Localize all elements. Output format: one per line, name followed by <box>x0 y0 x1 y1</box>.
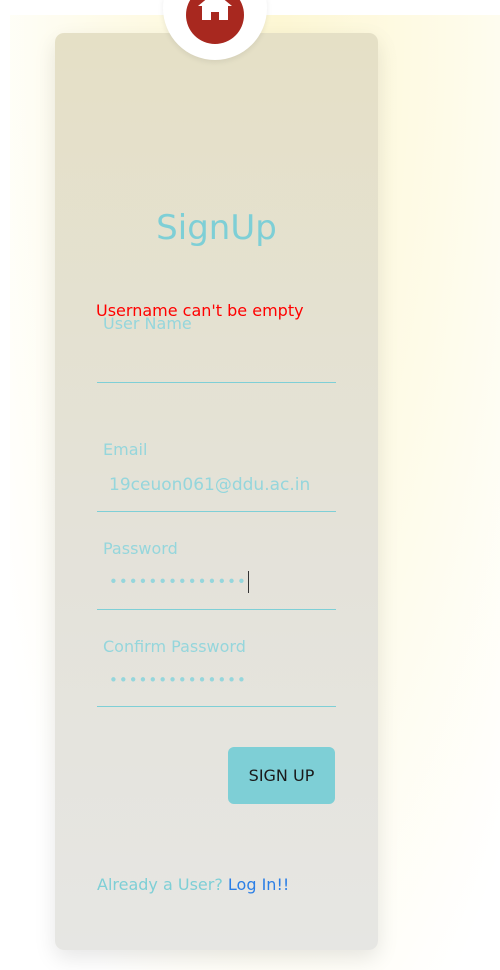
page-title: SignUp <box>156 208 277 248</box>
password-label: Password <box>103 539 178 558</box>
house-icon <box>186 0 244 44</box>
password-value[interactable]: •••••••••••••• <box>109 571 249 593</box>
password-dots: •••••••••••••• <box>109 572 247 591</box>
password-underline <box>97 609 336 610</box>
confirm-password-underline <box>97 706 336 707</box>
username-underline <box>97 382 336 383</box>
login-link[interactable]: Log In!! <box>228 875 289 894</box>
confirm-password-label: Confirm Password <box>103 637 246 656</box>
email-value[interactable]: 19ceuon061@ddu.ac.in <box>109 475 310 495</box>
confirm-password-value[interactable]: •••••••••••••• <box>109 671 247 689</box>
email-field[interactable]: Email 19ceuon061@ddu.ac.in <box>97 438 336 513</box>
username-field[interactable]: User Name <box>97 310 336 384</box>
login-prompt-row: Already a User? Log In!! <box>97 875 289 894</box>
email-underline <box>97 511 336 512</box>
confirm-password-field[interactable]: Confirm Password •••••••••••••• <box>97 636 336 708</box>
login-prompt-text: Already a User? <box>97 875 223 894</box>
password-field[interactable]: Password •••••••••••••• <box>97 538 336 611</box>
email-label: Email <box>103 440 148 459</box>
signup-button[interactable]: SIGN UP <box>228 747 335 804</box>
username-error-message: Username can't be empty <box>96 301 304 320</box>
text-caret <box>247 571 249 593</box>
